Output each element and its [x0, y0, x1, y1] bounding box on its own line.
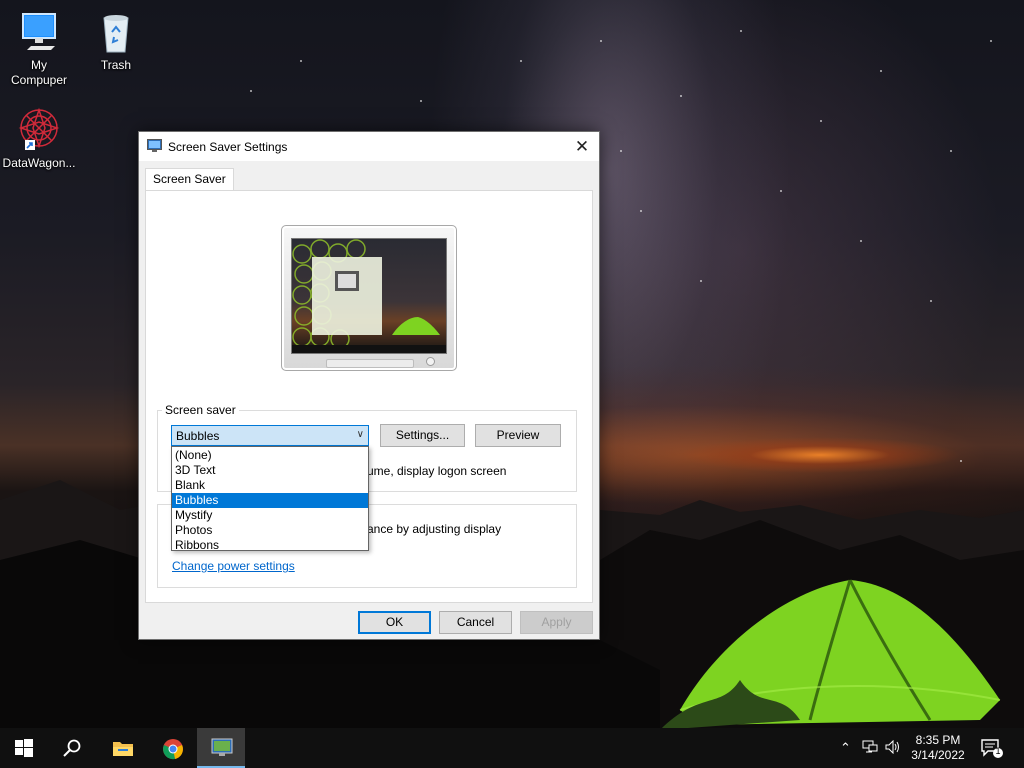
dialog-titlebar[interactable]: Screen Saver Settings ✕	[139, 132, 599, 161]
dropdown-option-none[interactable]: (None)	[172, 448, 368, 463]
datawagon-app-icon	[18, 107, 60, 150]
file-explorer-icon	[113, 742, 133, 756]
dropdown-option-3d-text[interactable]: 3D Text	[172, 463, 368, 478]
preview-screen	[291, 238, 447, 354]
cancel-button[interactable]: Cancel	[439, 611, 512, 634]
dropdown-option-photos[interactable]: Photos	[172, 523, 368, 538]
start-button[interactable]	[0, 728, 48, 768]
recycle-bin-icon	[103, 15, 129, 53]
settings-button[interactable]: Settings...	[380, 424, 465, 447]
computer-icon	[22, 13, 56, 50]
desktop-icon-trash[interactable]: Trash	[78, 8, 154, 73]
close-button[interactable]: ✕	[565, 132, 599, 161]
screen-saver-settings-icon	[211, 738, 233, 756]
tab-strip: Screen Saver	[145, 168, 593, 192]
dropdown-option-blank[interactable]: Blank	[172, 478, 368, 493]
search-button[interactable]	[48, 728, 96, 768]
change-power-settings-link[interactable]: Change power settings	[172, 559, 295, 573]
action-center-button[interactable]: 1	[980, 737, 1004, 759]
preview-button[interactable]: Preview	[475, 424, 561, 447]
screen-saver-group-label: Screen saver	[162, 403, 239, 417]
preview-monitor	[281, 225, 457, 371]
screen-saver-taskbar-button[interactable]	[197, 728, 245, 768]
tab-screen-saver[interactable]: Screen Saver	[145, 168, 234, 190]
dropdown-option-ribbons[interactable]: Ribbons	[172, 538, 368, 553]
screen-saver-dropdown-list: (None) 3D Text Blank Bubbles Mystify Pho…	[171, 446, 369, 553]
monitor-power-led	[426, 357, 435, 366]
show-hidden-icons-icon[interactable]: ⌃	[840, 740, 851, 756]
file-explorer-button[interactable]	[98, 728, 146, 768]
screen-saver-select-value: Bubbles	[176, 429, 220, 443]
resume-logon-label: ume, display logon screen	[367, 464, 507, 478]
apply-button[interactable]: Apply	[520, 611, 593, 634]
desktop-icon-datawagon[interactable]: DataWagon...	[1, 106, 77, 171]
dialog-title: Screen Saver Settings	[168, 140, 288, 154]
screen-saver-settings-icon	[147, 139, 162, 152]
power-management-text: ance by adjusting display	[367, 522, 502, 536]
taskbar: ⌃ 8:35 PM 3/14/2022 1	[0, 728, 1024, 768]
desktop-icon-label: Trash	[100, 58, 132, 72]
monitor-slot	[326, 359, 414, 368]
start-icon	[15, 739, 33, 757]
clock[interactable]: 8:35 PM 3/14/2022	[902, 733, 974, 763]
chrome-icon	[163, 739, 183, 760]
clock-time: 8:35 PM	[915, 733, 961, 747]
ok-button[interactable]: OK	[358, 611, 431, 634]
desktop-icon-label: My Compuper	[10, 58, 68, 87]
dropdown-option-bubbles[interactable]: Bubbles	[172, 493, 368, 508]
close-icon: ✕	[574, 137, 590, 156]
desktop-icon-my-computer[interactable]: My Compuper	[1, 8, 77, 88]
search-icon	[63, 739, 81, 757]
desktop-icon-label: DataWagon...	[2, 156, 76, 170]
volume-icon[interactable]	[885, 740, 901, 754]
screen-saver-select[interactable]: Bubbles ∨	[171, 425, 369, 446]
chevron-down-icon: ∨	[356, 429, 364, 440]
dropdown-option-mystify[interactable]: Mystify	[172, 508, 368, 523]
notification-count-badge: 1	[995, 746, 1001, 756]
chrome-button[interactable]	[148, 728, 196, 768]
screen-saver-settings-dialog: Screen Saver Settings ✕ Screen Saver Scr…	[138, 131, 600, 640]
network-icon[interactable]	[862, 740, 878, 754]
clock-date: 3/14/2022	[911, 748, 965, 762]
